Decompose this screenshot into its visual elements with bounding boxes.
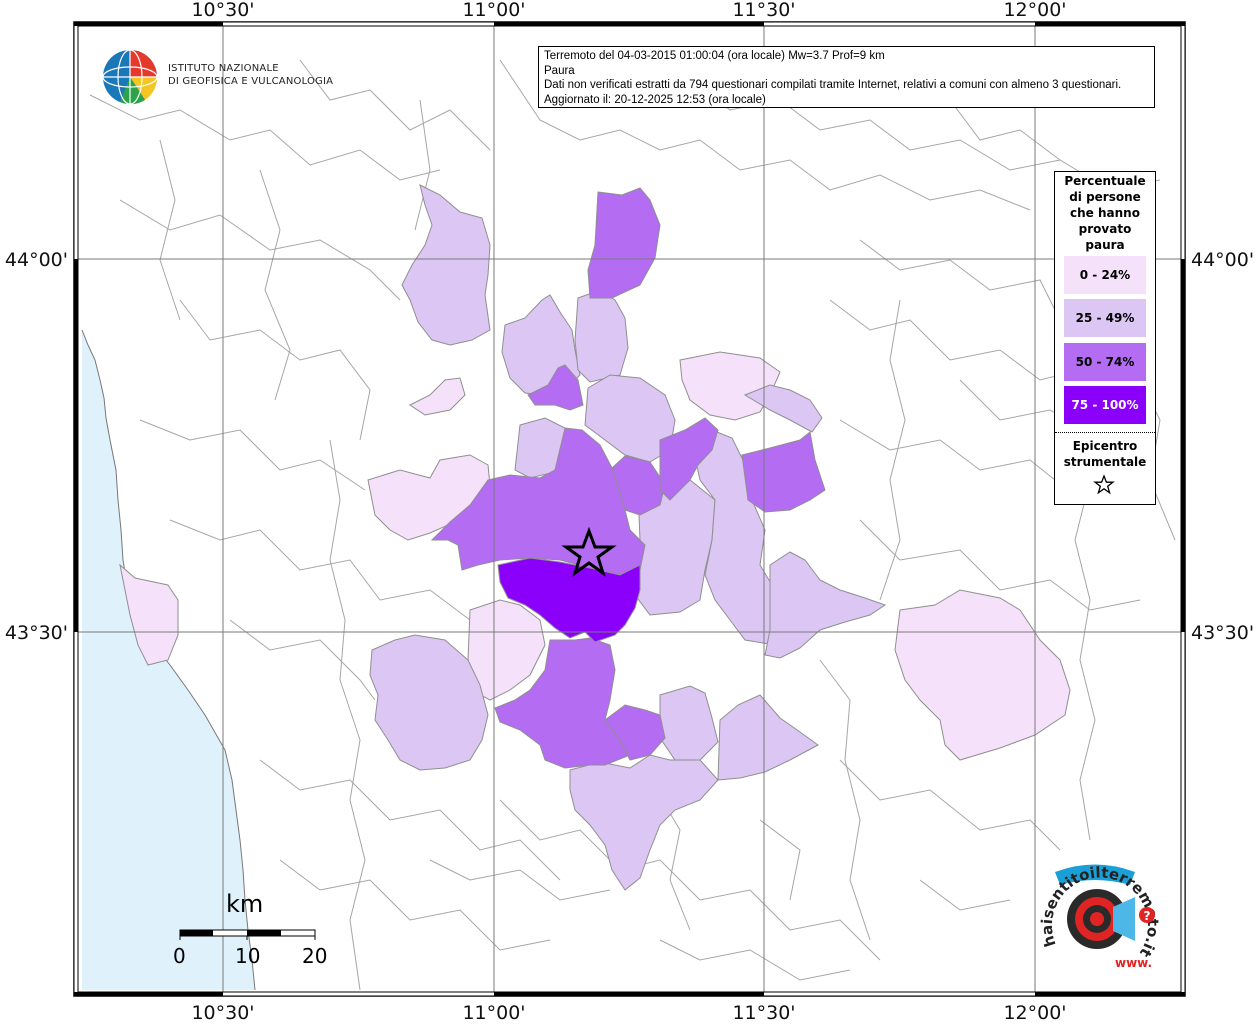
ingv-name: ISTITUTO NAZIONALE DI GEOFISICA E VULCAN…: [168, 62, 333, 88]
lat-label-left-2: 43°30': [5, 622, 68, 644]
scale-label-10: 10: [235, 944, 261, 968]
lat-label-right-1: 44°00': [1191, 249, 1254, 271]
hsit-logo: haisentitoilterremoto.it ? www.: [1035, 857, 1165, 977]
ingv-name-line1: ISTITUTO NAZIONALE: [168, 63, 279, 74]
legend-divider: [1055, 432, 1155, 433]
legend-title-line: provato: [1078, 222, 1132, 236]
lon-label-top-1: 10°30': [191, 0, 254, 21]
legend-epicenter-line: strumentale: [1063, 455, 1147, 469]
data-note: Dati non verificati estratti da 794 ques…: [544, 79, 1122, 91]
legend-title-line: di persone: [1069, 190, 1141, 204]
legend-title-line: paura: [1085, 238, 1125, 252]
legend-class-50-74: 50 - 74%: [1064, 343, 1146, 381]
legend-class-0-24: 0 - 24%: [1064, 256, 1146, 294]
lon-label-bottom-4: 12°00': [1003, 1002, 1066, 1024]
lon-label-top-3: 11°30': [732, 0, 795, 21]
lon-label-bottom-2: 11°00': [462, 1002, 525, 1024]
hsit-question: ?: [1144, 909, 1151, 923]
lon-label-bottom-3: 11°30': [732, 1002, 795, 1024]
event-title: Terremoto del 04-03-2015 01:00:04 (ora l…: [544, 50, 885, 62]
legend-class-25-49: 25 - 49%: [1064, 299, 1146, 337]
scale-label-20: 20: [302, 944, 328, 968]
lon-label-bottom-1: 10°30': [191, 1002, 254, 1024]
legend-epicenter-line: Epicentro: [1072, 439, 1138, 453]
legend-title-line: Percentuale: [1064, 174, 1146, 188]
lon-label-top-2: 11°00': [462, 0, 525, 21]
update-timestamp: Aggiornato il: 20-12-2025 12:53 (ora loc…: [544, 93, 766, 106]
lat-label-right-2: 43°30': [1191, 622, 1254, 644]
lon-label-top-4: 12°00': [1003, 0, 1066, 21]
scale-unit: km: [226, 890, 264, 918]
lat-label-left-1: 44°00': [5, 249, 68, 271]
ingv-globe-icon: [102, 49, 158, 105]
map-parameter: Paura: [544, 64, 575, 77]
legend-title: Percentuale di persone che hanno provato…: [1055, 172, 1155, 253]
hsit-url-text: www.: [1115, 956, 1152, 970]
scale-label-0: 0: [173, 944, 186, 968]
hsit-target-icon: haisentitoilterremoto.it ? www.: [1038, 863, 1162, 970]
legend-title-line: che hanno: [1070, 206, 1140, 220]
legend: Percentuale di persone che hanno provato…: [1054, 171, 1156, 505]
legend-epicenter-label: Epicentro strumentale: [1055, 438, 1155, 470]
event-info-box: Terremoto del 04-03-2015 01:00:04 (ora l…: [538, 46, 1155, 108]
legend-class-75-100: 75 - 100%: [1064, 386, 1146, 424]
star-icon: [1093, 474, 1115, 495]
ingv-name-line2: DI GEOFISICA E VULCANOLOGIA: [168, 76, 334, 87]
